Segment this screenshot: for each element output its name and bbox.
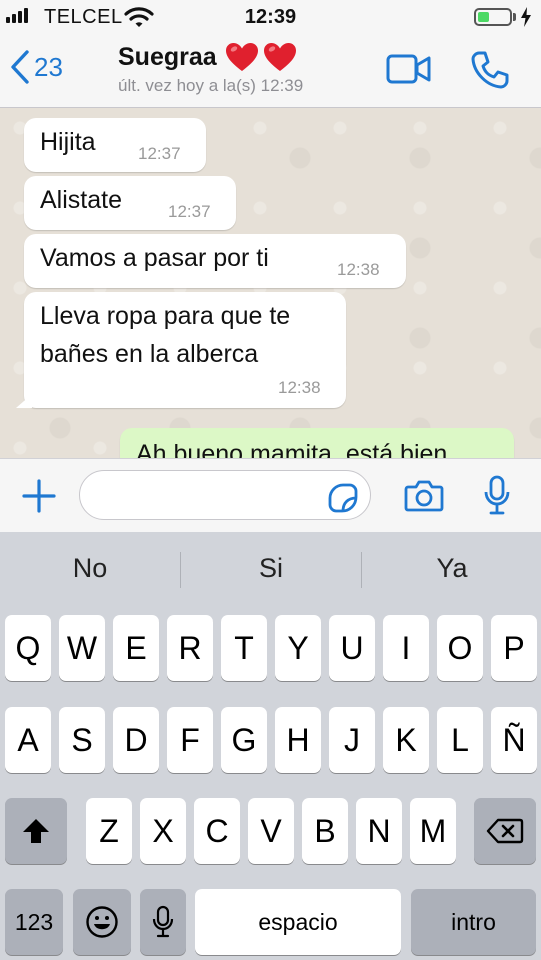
message-bubble[interactable]: Vamos a pasar por ti 12:38 <box>24 234 406 288</box>
emoji-icon <box>86 906 118 938</box>
key-o[interactable]: O <box>437 615 483 681</box>
backspace-icon <box>486 818 524 844</box>
camera-icon[interactable] <box>404 479 444 513</box>
key-t[interactable]: T <box>221 615 267 681</box>
status-bar: TELCEL 12:39 <box>0 0 541 34</box>
message-text-line-2: bañes en la alberca <box>40 340 259 368</box>
numbers-key[interactable]: 123 <box>5 889 63 955</box>
message-time: 12:38 <box>337 260 380 279</box>
key-e[interactable]: E <box>113 615 159 681</box>
message-time: 12:38 <box>278 378 321 397</box>
sticker-icon[interactable] <box>328 483 358 513</box>
message-text: Lleva ropa para que te <box>40 302 291 330</box>
backspace-key[interactable] <box>474 798 536 864</box>
contact-info[interactable]: Suegraa últ. vez hoy a la(s) 12:39 <box>118 42 303 96</box>
space-key[interactable]: espacio <box>195 889 401 955</box>
charging-bolt-icon <box>521 7 531 27</box>
chat-header: 23 Suegraa últ. vez hoy a la(s) 12:39 <box>0 34 541 108</box>
predictive-suggestions: No Si Ya <box>0 532 541 604</box>
phone-call-icon[interactable] <box>470 50 510 90</box>
heart-icon <box>225 43 258 71</box>
message-text: Vamos a pasar por ti <box>40 244 269 272</box>
key-p[interactable]: P <box>491 615 537 681</box>
key-n[interactable]: N <box>356 798 402 864</box>
suggestion-item[interactable]: No <box>0 532 180 604</box>
key-a[interactable]: A <box>5 707 51 773</box>
message-bubble[interactable]: Hijita 12:37 <box>24 118 206 172</box>
plus-icon[interactable] <box>22 479 56 513</box>
chevron-left-icon <box>11 50 29 84</box>
battery-level <box>478 12 489 22</box>
battery-tip <box>513 13 516 21</box>
bubble-tail <box>16 394 32 408</box>
suggestion-item[interactable]: Si <box>181 532 361 604</box>
key-x[interactable]: X <box>140 798 186 864</box>
unread-count: 23 <box>34 51 63 82</box>
last-seen-status: últ. vez hoy a la(s) 12:39 <box>118 76 304 95</box>
key-y[interactable]: Y <box>275 615 321 681</box>
key-g[interactable]: G <box>221 707 267 773</box>
key-d[interactable]: D <box>113 707 159 773</box>
keyboard: No Si Ya Q W E R T Y U I O P A S D F G H… <box>0 532 541 960</box>
key-c[interactable]: C <box>194 798 240 864</box>
key-z[interactable]: Z <box>86 798 132 864</box>
emoji-key[interactable] <box>73 889 131 955</box>
heart-emojis <box>225 42 297 72</box>
key-v[interactable]: V <box>248 798 294 864</box>
heart-icon <box>263 43 296 71</box>
microphone-icon <box>152 905 174 938</box>
key-l[interactable]: L <box>437 707 483 773</box>
message-text: Ah bueno mamita, está bien <box>136 440 448 458</box>
back-button[interactable]: 23 <box>10 50 63 84</box>
shift-key[interactable] <box>5 798 67 864</box>
message-time: 12:37 <box>168 202 211 221</box>
shift-arrow-icon <box>23 819 49 843</box>
key-u[interactable]: U <box>329 615 375 681</box>
battery-icon <box>474 8 512 26</box>
key-w[interactable]: W <box>59 615 105 681</box>
message-bubble-outgoing[interactable]: Ah bueno mamita, está bien <box>120 428 514 458</box>
key-i[interactable]: I <box>383 615 429 681</box>
message-bubble[interactable]: Alistate 12:37 <box>24 176 236 230</box>
video-call-icon[interactable] <box>386 54 432 84</box>
message-input-bar <box>0 458 541 532</box>
dictation-key[interactable] <box>140 889 186 955</box>
key-r[interactable]: R <box>167 615 213 681</box>
key-h[interactable]: H <box>275 707 321 773</box>
key-f[interactable]: F <box>167 707 213 773</box>
message-bubble[interactable]: Lleva ropa para que te bañes en la alber… <box>16 292 346 408</box>
chat-messages[interactable]: Hijita 12:37 Alistate 12:37 Vamos a pasa… <box>0 108 541 458</box>
return-key[interactable]: intro <box>411 889 536 955</box>
contact-name: Suegraa <box>118 42 217 71</box>
status-time: 12:39 <box>244 6 297 28</box>
message-text: Hijita <box>40 128 96 156</box>
key-j[interactable]: J <box>329 707 375 773</box>
key-k[interactable]: K <box>383 707 429 773</box>
message-time: 12:37 <box>138 144 181 163</box>
contact-name-row: Suegraa <box>118 42 303 72</box>
key-m[interactable]: M <box>410 798 456 864</box>
key-n-tilde[interactable]: Ñ <box>491 707 537 773</box>
key-s[interactable]: S <box>59 707 105 773</box>
message-text: Alistate <box>40 186 122 214</box>
microphone-icon[interactable] <box>483 475 511 517</box>
suggestion-item[interactable]: Ya <box>362 532 541 604</box>
key-q[interactable]: Q <box>5 615 51 681</box>
key-b[interactable]: B <box>302 798 348 864</box>
